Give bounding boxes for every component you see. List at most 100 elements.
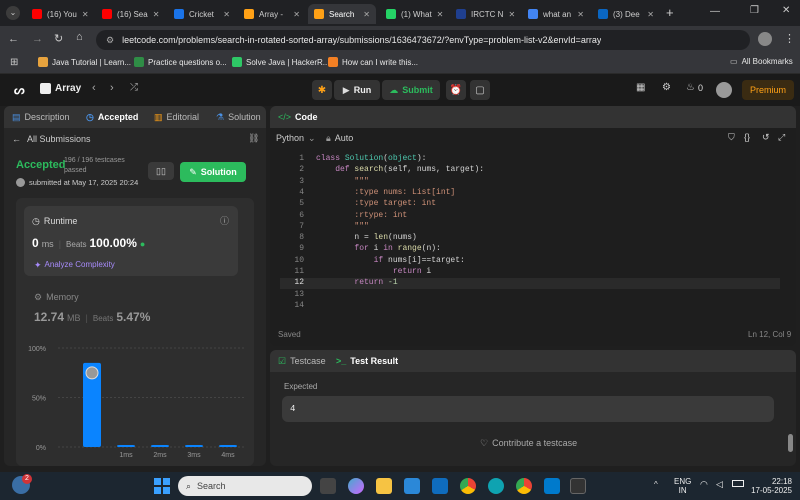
- tab-description[interactable]: ▤ Description: [12, 112, 70, 123]
- reset-icon[interactable]: ↺: [762, 132, 770, 143]
- site-info-icon[interactable]: ⚙: [106, 35, 114, 46]
- outlook-icon[interactable]: [432, 478, 448, 494]
- tab-close-icon[interactable]: ✕: [223, 10, 230, 19]
- tab-accepted[interactable]: ◷ Accepted: [86, 112, 138, 123]
- submit-button[interactable]: ☁ Submit: [382, 80, 440, 100]
- start-button[interactable]: [154, 478, 170, 494]
- tab-close-icon[interactable]: ✕: [82, 10, 89, 19]
- note-icon[interactable]: ▢: [470, 80, 490, 100]
- tab-close-icon[interactable]: ✕: [293, 10, 300, 19]
- chart-bar[interactable]: [219, 445, 237, 448]
- code-text: n = len(nums): [316, 233, 417, 243]
- back-arrow-icon[interactable]: ←: [8, 33, 19, 45]
- tab-close-icon[interactable]: ✕: [363, 10, 370, 19]
- edge-icon[interactable]: [488, 478, 504, 494]
- tab-close-icon[interactable]: ✕: [437, 10, 444, 19]
- fullscreen-icon[interactable]: ⤢: [778, 132, 785, 143]
- forward-arrow-icon[interactable]: →: [32, 33, 43, 45]
- chart-bar[interactable]: [151, 445, 169, 448]
- address-bar[interactable]: ⚙ leetcode.com/problems/search-in-rotate…: [96, 30, 750, 50]
- browser-tab[interactable]: (3) Dee ✕: [592, 4, 660, 24]
- next-problem-icon[interactable]: ›: [110, 82, 114, 94]
- contribute-testcase-link[interactable]: ♡ Contribute a testcase: [480, 438, 577, 449]
- volume-icon[interactable]: ◁: [716, 479, 723, 490]
- settings-gear-icon[interactable]: ⚙: [662, 82, 671, 93]
- debug-button[interactable]: ✱: [312, 80, 332, 100]
- bookmark-item[interactable]: How can I write this...: [328, 57, 418, 67]
- format-braces-icon[interactable]: {}: [744, 132, 750, 142]
- post-solution-button[interactable]: ✎ Solution: [180, 162, 246, 182]
- tab-solution[interactable]: ⚗ Solution: [216, 112, 261, 123]
- editorial-book-button[interactable]: ▯▯: [148, 162, 174, 180]
- tab-test-result[interactable]: >_ Test Result: [336, 356, 398, 366]
- bookmark-item[interactable]: Java Tutorial | Learn...: [38, 57, 131, 67]
- problem-list-button[interactable]: Array: [40, 83, 81, 94]
- shuffle-icon[interactable]: ⤮: [130, 82, 138, 93]
- run-button[interactable]: ▶ Run: [334, 80, 380, 100]
- browser-tab[interactable]: IRCTC N ✕: [450, 4, 518, 24]
- layout-icon[interactable]: ▦: [636, 82, 645, 93]
- clock-icon: ◷: [32, 216, 40, 226]
- chart-bar[interactable]: [185, 445, 203, 448]
- tab-editorial[interactable]: ▥ Editorial: [154, 112, 199, 123]
- tab-testcase[interactable]: ☑ Testcase: [278, 356, 326, 367]
- bookmark-item[interactable]: Solve Java | HackerR...: [232, 57, 329, 67]
- language-indicator[interactable]: ENG IN: [674, 477, 691, 495]
- analyze-complexity-link[interactable]: ✦ Analyze Complexity: [34, 260, 115, 271]
- minimize-button[interactable]: —: [710, 6, 720, 17]
- tab-close-icon[interactable]: ✕: [577, 10, 584, 19]
- close-window-button[interactable]: ✕: [782, 5, 790, 16]
- store-icon[interactable]: [404, 478, 420, 494]
- bookmark-icon[interactable]: ⛉: [728, 132, 735, 143]
- browser-tab[interactable]: Cricket ✕: [168, 4, 236, 24]
- line-number: 6: [299, 210, 304, 220]
- browser-tab[interactable]: Array - ✕: [238, 4, 306, 24]
- premium-button[interactable]: Premium: [742, 80, 794, 100]
- vscode-icon[interactable]: [544, 478, 560, 494]
- browser-tab[interactable]: (1) What ✕: [380, 4, 448, 24]
- scrollbar[interactable]: [788, 434, 793, 452]
- new-tab-button[interactable]: +: [666, 5, 674, 20]
- chrome-profile-icon[interactable]: [516, 478, 532, 494]
- info-icon[interactable]: ⓘ: [220, 214, 229, 227]
- code-area[interactable]: 1 class Solution(object): 2 def search(sel…: [280, 154, 780, 314]
- runtime-card[interactable]: ◷ Runtime ⓘ 0 ms | Beats 100.00% ● ✦ Ana…: [24, 206, 238, 276]
- prev-problem-icon[interactable]: ‹: [92, 82, 96, 94]
- tab-close-icon[interactable]: ✕: [508, 10, 515, 19]
- all-bookmarks[interactable]: ▭ All Bookmarks: [730, 57, 793, 66]
- profile-avatar[interactable]: [758, 32, 772, 46]
- tab-close-icon[interactable]: ✕: [153, 10, 160, 19]
- auto-mode[interactable]: 🔒︎ Auto: [326, 133, 353, 144]
- chrome-icon[interactable]: [460, 478, 476, 494]
- share-link-icon[interactable]: ⛓: [248, 133, 259, 144]
- timer-icon[interactable]: ⏰: [446, 80, 466, 100]
- browser-tab[interactable]: what an ✕: [522, 4, 590, 24]
- taskbar-search[interactable]: ⌕ Search: [178, 476, 312, 496]
- reload-icon[interactable]: ↻: [54, 32, 63, 45]
- tab-search-menu-icon[interactable]: ⌄: [6, 6, 20, 20]
- apps-grid-icon[interactable]: ⊞: [10, 57, 18, 68]
- tab-close-icon[interactable]: ✕: [647, 10, 654, 19]
- home-icon[interactable]: ⌂: [76, 31, 83, 43]
- clock[interactable]: 22:18 17-05-2025: [748, 477, 792, 495]
- restore-button[interactable]: ❐: [750, 5, 759, 16]
- wifi-icon[interactable]: ◠: [700, 479, 708, 490]
- battery-icon[interactable]: [732, 480, 744, 487]
- streak-counter[interactable]: ♨ 0: [686, 82, 703, 93]
- bookmark-item[interactable]: Practice questions o...: [134, 57, 227, 67]
- terminal-icon[interactable]: [570, 478, 586, 494]
- chevron-up-icon[interactable]: ^: [654, 480, 658, 489]
- file-explorer-icon[interactable]: [376, 478, 392, 494]
- all-submissions-link[interactable]: ← All Submissions: [12, 134, 91, 144]
- browser-tab[interactable]: (16) You ✕: [26, 4, 94, 24]
- leetcode-logo-icon[interactable]: ᔕ: [14, 83, 26, 97]
- copilot-icon[interactable]: [348, 478, 364, 494]
- browser-menu-icon[interactable]: ⋮: [784, 32, 795, 45]
- browser-tab[interactable]: (16) Sea ✕: [96, 4, 164, 24]
- browser-tab[interactable]: Search ✕: [308, 4, 376, 24]
- task-view-icon[interactable]: [320, 478, 336, 494]
- user-avatar[interactable]: [716, 82, 732, 98]
- language-select[interactable]: Python ⌄: [276, 133, 316, 144]
- chart-bar[interactable]: [117, 445, 135, 448]
- memory-section[interactable]: ⚙ Memory: [34, 292, 79, 303]
